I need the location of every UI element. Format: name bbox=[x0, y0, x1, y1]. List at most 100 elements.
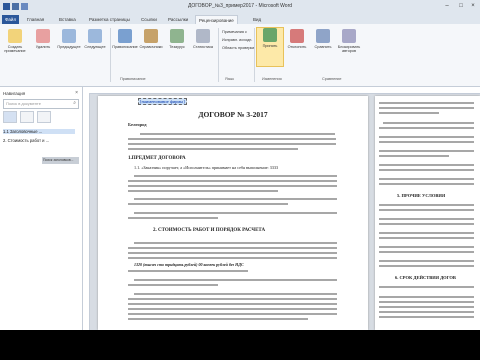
document-page[interactable]: 5. ПРОЧИЕ УСЛОВИЯ 6. СРОК ДЕЙСТВИЯ ДОГОВ bbox=[375, 96, 480, 330]
tab-insert[interactable]: Вставка bbox=[56, 15, 79, 24]
pages-tab[interactable] bbox=[20, 111, 34, 123]
text-line bbox=[379, 169, 474, 171]
tab-view[interactable]: Вид bbox=[250, 15, 264, 24]
text-line bbox=[379, 204, 474, 206]
tab-file[interactable]: Файл bbox=[2, 15, 20, 24]
research-button[interactable]: Справочники bbox=[138, 29, 164, 49]
comments-show-option[interactable]: Примечания с bbox=[222, 30, 247, 34]
text-line bbox=[128, 185, 337, 187]
search-icon: ⌕ bbox=[73, 100, 76, 106]
close-icon[interactable]: × bbox=[75, 90, 78, 96]
delete-comment-icon bbox=[36, 29, 50, 43]
group-label-proofing: Правописание bbox=[120, 77, 146, 81]
minimize-icon[interactable]: – bbox=[440, 1, 454, 11]
text-line bbox=[379, 102, 474, 104]
text-line bbox=[379, 223, 474, 225]
markup-option[interactable]: Исправл. исходн. bbox=[222, 38, 252, 42]
text-line bbox=[379, 301, 474, 303]
reject-icon bbox=[290, 29, 304, 43]
text-line bbox=[379, 209, 474, 211]
book-icon bbox=[144, 29, 158, 43]
text-line bbox=[128, 298, 337, 300]
new-comment-button[interactable]: Создать примечание bbox=[2, 29, 28, 54]
headings-search-hint: Поиск заголовков... bbox=[42, 157, 79, 164]
results-tab[interactable] bbox=[37, 111, 51, 123]
accept-button[interactable]: Принять bbox=[256, 27, 284, 67]
group-label-changes: Изменения bbox=[262, 77, 282, 81]
company-field[interactable]: [наименование фирмы] bbox=[138, 98, 187, 105]
section-heading: 5. ПРОЧИЕ УСЛОВИЯ bbox=[397, 193, 446, 198]
text-line bbox=[379, 218, 474, 220]
compare-button[interactable]: Сравнить bbox=[310, 29, 336, 49]
text-line bbox=[379, 260, 474, 262]
tab-references[interactable]: Ссылки bbox=[138, 15, 160, 24]
document-page[interactable]: [наименование фирмы] ДОГОВОР № 3-2017 Бе… bbox=[98, 96, 368, 330]
text-line bbox=[379, 178, 474, 180]
text-line bbox=[128, 217, 218, 219]
tab-mailings[interactable]: Рассылки bbox=[165, 15, 191, 24]
accept-icon bbox=[263, 28, 277, 42]
search-placeholder: Поиск в документе bbox=[6, 101, 41, 106]
section-heading: 2. СТОИМОСТЬ РАБОТ И ПОРЯДОК РАСЧЕТА bbox=[153, 228, 266, 233]
horizontal-ruler[interactable] bbox=[83, 87, 480, 94]
text-line bbox=[379, 107, 474, 109]
group-label-language: Язык bbox=[225, 77, 234, 81]
close-icon[interactable]: × bbox=[466, 1, 480, 11]
text-line bbox=[383, 122, 474, 124]
delete-comment-button[interactable]: Удалить bbox=[30, 29, 56, 49]
comment-icon bbox=[8, 29, 22, 43]
headings-tab[interactable] bbox=[3, 111, 17, 123]
navigation-pane: Навигация × Поиск в документе ⌕ 1.1 Заго… bbox=[0, 87, 83, 330]
section-heading: 1.ПРЕДМЕТ ДОГОВОРА bbox=[128, 156, 186, 161]
tab-home[interactable]: Главная bbox=[24, 15, 47, 24]
text-line bbox=[379, 296, 474, 298]
nav-item[interactable]: 2. Стоимость работ и ... bbox=[3, 138, 49, 143]
text-line bbox=[128, 313, 337, 315]
text-line bbox=[128, 318, 308, 320]
vertical-ruler[interactable] bbox=[83, 93, 90, 330]
block-authors-icon bbox=[342, 29, 356, 43]
document-title: ДОГОВОР № 3-2017 bbox=[198, 110, 268, 119]
text-line bbox=[128, 143, 336, 145]
text-line bbox=[134, 175, 337, 177]
block-authors-button[interactable]: Блокировать авторов bbox=[336, 29, 362, 54]
text-line bbox=[379, 286, 474, 288]
text-line bbox=[134, 212, 337, 214]
text-line bbox=[379, 183, 474, 185]
reject-button[interactable]: Отклонить bbox=[284, 29, 310, 49]
tab-layout[interactable]: Разметка страницы bbox=[86, 15, 133, 24]
text-line bbox=[128, 190, 278, 192]
next-comment-button[interactable]: Следующее bbox=[82, 29, 108, 49]
text-line bbox=[379, 112, 439, 114]
text-line bbox=[134, 279, 337, 281]
word-count-button[interactable]: Статистика bbox=[190, 29, 216, 49]
thesaurus-button[interactable]: Тезаурус bbox=[164, 29, 190, 49]
spelling-icon bbox=[118, 29, 132, 43]
search-input[interactable]: Поиск в документе ⌕ bbox=[3, 99, 79, 109]
text-line bbox=[128, 252, 337, 254]
thesaurus-icon bbox=[170, 29, 184, 43]
navigation-pane-title: Навигация bbox=[3, 91, 26, 96]
prev-icon bbox=[62, 29, 76, 43]
text-line bbox=[379, 311, 474, 313]
previous-comment-button[interactable]: Предыдущее bbox=[56, 29, 82, 49]
navigation-view-tabs bbox=[3, 111, 79, 123]
reviewing-pane-option[interactable]: Область проверки bbox=[222, 46, 254, 50]
text-line bbox=[379, 141, 474, 143]
text-line bbox=[379, 136, 474, 138]
text-line bbox=[379, 237, 474, 239]
text-line bbox=[128, 247, 337, 249]
group-separator bbox=[254, 28, 255, 82]
text-line bbox=[128, 180, 337, 182]
text-line bbox=[379, 265, 474, 267]
nav-item[interactable]: 1.1 Заголовочные ... bbox=[3, 129, 75, 134]
text-line bbox=[128, 270, 248, 272]
text-line bbox=[128, 203, 288, 205]
word-count-icon bbox=[196, 29, 210, 43]
spelling-button[interactable]: Правописание bbox=[112, 29, 138, 49]
ribbon-tabs: Файл Главная Вставка Разметка страницы С… bbox=[0, 14, 480, 25]
group-label-compare: Сравнение bbox=[322, 77, 342, 81]
contract-sum: 1320 (тысяч сто тридцать рублей) 00 копе… bbox=[134, 262, 244, 267]
text-line bbox=[134, 293, 337, 295]
city-label: Белгород bbox=[128, 122, 147, 127]
